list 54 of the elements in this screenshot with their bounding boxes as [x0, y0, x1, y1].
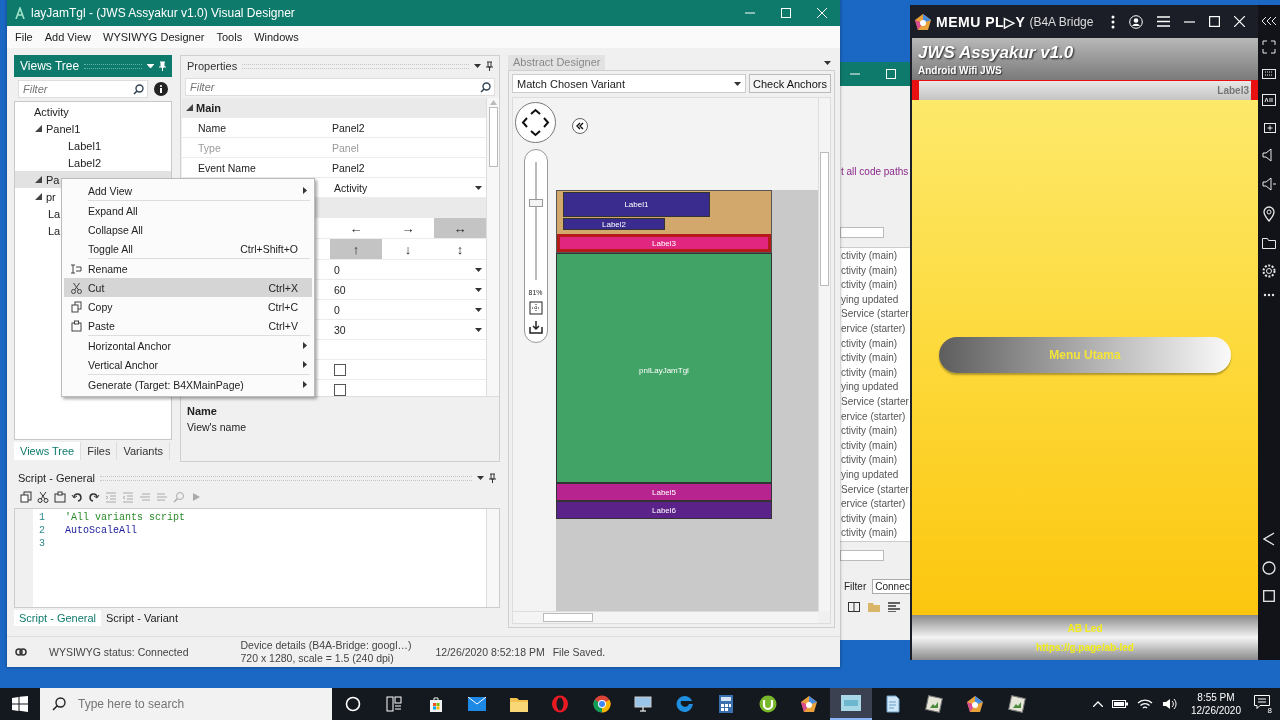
- status-text: WYSIWYG status: Connected: [49, 645, 189, 658]
- log-line: Service (starter: [840, 307, 910, 322]
- panel-title: Properties: [187, 60, 238, 72]
- status-message: File Saved.: [552, 645, 606, 658]
- section-header: Main: [196, 101, 223, 114]
- notification-count: 8: [1265, 706, 1274, 715]
- log-line: ying updated: [840, 292, 900, 307]
- log-line: ctivity (main): [840, 453, 899, 468]
- log-line: Service (starter: [840, 394, 910, 409]
- device-details: Device details (B4A-Bridge: googl…): [240, 638, 412, 652]
- device-size: 720 x 1280, scale = 1.5 (240 dpi): [240, 651, 395, 665]
- property-name: Type: [197, 141, 222, 154]
- log-line: ervice (starter): [840, 321, 907, 336]
- code-line: 'All variants script: [65, 512, 187, 523]
- window-title: layJamTgl - (JWS Assyakur v1.0) Visual Designer: [31, 6, 296, 20]
- timestamp: 12/26/2020 8:52:18 PM: [435, 645, 545, 658]
- help-title: Name: [187, 405, 218, 417]
- window-title: (B4A Bridge: [1029, 14, 1094, 29]
- shortcut-text: Ctrl+V: [268, 319, 298, 332]
- help-text: View's name: [187, 421, 247, 433]
- info-bar: Label3: [912, 80, 1258, 100]
- property-name: Event Name: [197, 161, 257, 174]
- app-title: JWS Assyakur v1.0: [918, 43, 1075, 63]
- log-line: ctivity (main): [840, 336, 899, 351]
- shortcut-text: Ctrl+C: [267, 300, 298, 313]
- panel-title: Script - General: [18, 472, 96, 484]
- log-line: ctivity (main): [840, 249, 899, 263]
- log-line: ctivity (main): [840, 511, 899, 526]
- code-line: AutoScaleAll: [65, 525, 138, 536]
- shortcut-text: Ctrl+Shift+O: [240, 242, 298, 255]
- warning-text: t all code paths: [840, 166, 910, 177]
- app-logo: MEMU PL▷Y: [936, 13, 1026, 30]
- panel-title: Views Tree: [20, 59, 80, 73]
- line-number: 2: [38, 525, 46, 536]
- log-line: ying updated: [840, 467, 900, 482]
- line-number: 3: [38, 538, 46, 549]
- log-line: ctivity (main): [840, 365, 899, 380]
- log-line: ying updated: [840, 380, 900, 395]
- log-line: ervice (starter): [840, 497, 907, 512]
- log-line: ctivity (main): [840, 263, 899, 278]
- log-line: ctivity (main): [840, 351, 899, 366]
- property-name: Name: [197, 121, 227, 134]
- filter-label: Filter: [844, 581, 867, 592]
- log-line: ctivity (main): [840, 278, 899, 293]
- log-line: ctivity (main): [840, 526, 899, 541]
- footer-text: AB Led: [1067, 622, 1103, 634]
- log-line: ervice (starter): [840, 409, 907, 424]
- property-value: Panel: [331, 141, 360, 154]
- shortcut-text: Ctrl+X: [268, 281, 298, 294]
- line-number: 1: [38, 512, 46, 523]
- log-line: Service (starter: [840, 482, 910, 497]
- log-line: ctivity (main): [840, 424, 899, 439]
- app-subtitle: Android Wifi JWS: [918, 65, 1003, 76]
- log-line: ctivity (main): [840, 438, 899, 453]
